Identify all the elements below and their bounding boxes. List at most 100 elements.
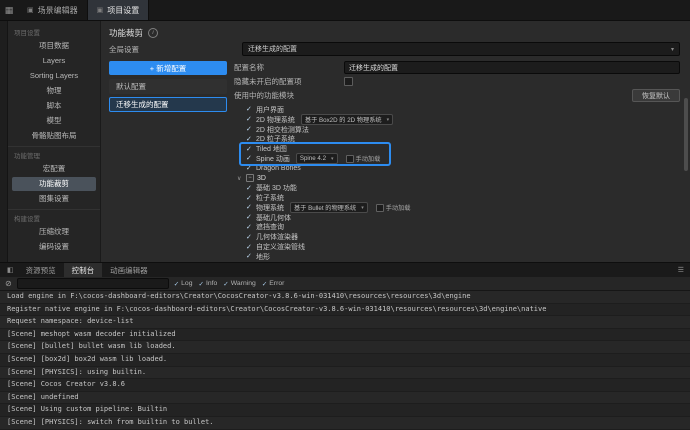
checked-checkbox[interactable]: ✓ xyxy=(246,234,253,241)
checked-checkbox[interactable]: ✓ xyxy=(246,106,253,113)
toggle-info[interactable]: ✓ Info xyxy=(199,280,218,288)
info-icon[interactable]: i xyxy=(148,27,159,38)
feature-label: 物理系统 xyxy=(256,204,284,212)
titlebar: ▦ ▣ 场景编辑器 ▣ 项目设置 xyxy=(0,0,690,21)
feature-label: 遮挡查询 xyxy=(256,224,284,232)
sidebar-item[interactable]: 脚本 xyxy=(12,99,96,113)
sidebar-group-header: 项目设置 xyxy=(14,30,40,37)
checkbox-box[interactable] xyxy=(375,203,384,212)
toggle-label: Error xyxy=(269,280,285,287)
feature-label: 自定义渲染管线 xyxy=(256,244,305,252)
console-tab[interactable]: 控制台 xyxy=(63,263,103,277)
checked-checkbox[interactable]: ✓ xyxy=(246,155,253,162)
manual-load-checkbox[interactable]: 手动加载 xyxy=(345,154,380,163)
checked-checkbox[interactable]: ✓ xyxy=(246,244,253,251)
checked-checkbox[interactable]: ✓ xyxy=(246,214,253,221)
checked-checkbox[interactable]: ✓ xyxy=(246,224,253,231)
window-tab[interactable]: ▣ 项目设置 xyxy=(87,0,150,20)
checkbox-box[interactable] xyxy=(345,154,354,163)
feature-row[interactable]: ✓ 2D 相交检测算法 xyxy=(246,125,680,135)
checked-checkbox[interactable]: ✓ xyxy=(246,253,253,260)
feature-label: Spine 动画 xyxy=(256,155,290,163)
hide-disabled-checkbox[interactable] xyxy=(344,77,353,86)
sidebar-item[interactable]: 模型 xyxy=(12,114,96,128)
feature-row[interactable]: ✓ 地形 xyxy=(246,252,680,262)
feature-select[interactable]: 基于 Bullet 的物理系统 ▾ xyxy=(290,202,368,214)
feature-row[interactable]: ✓ 几何体渲染器 xyxy=(246,232,680,242)
feature-row[interactable]: ✓ Dragon Bones xyxy=(246,164,680,174)
checked-checkbox[interactable]: ✓ xyxy=(246,195,253,202)
feature-label: 几何体渲染器 xyxy=(256,234,298,242)
clear-console-icon[interactable]: ⊘ xyxy=(5,279,12,288)
modules-label: 使用中的功能模块 xyxy=(234,91,294,100)
manual-load-checkbox[interactable]: 手动加载 xyxy=(375,203,411,212)
console-filter-input[interactable] xyxy=(16,278,169,289)
checked-checkbox[interactable]: ✓ xyxy=(246,146,253,153)
settings-scrollbar[interactable] xyxy=(684,63,688,256)
config-item[interactable]: 迁移生成的配置 xyxy=(109,97,227,112)
console-log-row[interactable]: [Scene] [PHYSICS]: switch from builtin t… xyxy=(0,416,690,430)
config-name-input[interactable]: 迁移生成的配置 xyxy=(344,61,680,74)
config-item[interactable]: 默认配置 xyxy=(109,79,227,94)
hide-disabled-row: 隐藏未开启的配置项 xyxy=(234,75,680,88)
checked-checkbox[interactable]: ✓ xyxy=(246,185,253,192)
sidebar-item[interactable]: 骨骼贴图布局 xyxy=(12,129,96,143)
console-log-row[interactable]: Request namespace: device-list xyxy=(0,316,690,329)
console-log-row[interactable]: [Scene] [bullet] bullet wasm lib loaded. xyxy=(0,341,690,354)
checked-checkbox[interactable]: ✓ xyxy=(246,165,253,172)
feature-row[interactable]: ✓ 物理系统 基于 Bullet 的物理系统 ▾ 手动加载 xyxy=(246,202,680,214)
scrollbar-thumb[interactable] xyxy=(684,97,688,172)
console-menu-icon[interactable]: ☰ xyxy=(672,263,690,277)
console-log-row[interactable]: [Scene] [box2d] box2d wasm lib loaded. xyxy=(0,353,690,367)
chevron-down-icon[interactable]: ∨ xyxy=(237,175,243,182)
feature-row[interactable]: ✓ 基础几何体 xyxy=(246,213,680,223)
console-tab[interactable]: 资源预览 xyxy=(18,263,64,277)
sidebar-item[interactable]: 物理 xyxy=(12,84,96,98)
sidebar-item[interactable]: 项目数据 xyxy=(12,39,96,53)
toggle-error[interactable]: ✓ Error xyxy=(262,280,285,288)
console-log-row[interactable]: [Scene] undefined xyxy=(0,391,690,405)
toggle-warning[interactable]: ✓ Warning xyxy=(223,280,256,288)
feature-group-row[interactable]: ∨ −3D xyxy=(237,174,680,184)
indeterminate-checkbox[interactable]: − xyxy=(246,174,254,183)
feature-row[interactable]: ✓ 基础 3D 功能 xyxy=(246,183,680,193)
sidebar-item[interactable]: 图集设置 xyxy=(12,192,96,206)
toggle-label: Warning xyxy=(230,280,256,287)
sidebar-item[interactable]: 压缩纹理 xyxy=(12,225,96,239)
panel-layout-icon[interactable]: ◧ xyxy=(3,263,18,277)
feature-row[interactable]: ✓ 遮挡查询 xyxy=(246,223,680,233)
toggle-log[interactable]: ✓ Log xyxy=(174,280,193,288)
checked-checkbox[interactable]: ✓ xyxy=(246,136,253,143)
sidebar-item[interactable]: 编码设置 xyxy=(12,240,96,254)
feature-row[interactable]: ✓ Spine 动画 Spine 4.2 ▾ 手动加载 xyxy=(246,153,680,165)
window-tab[interactable]: ▣ 场景编辑器 xyxy=(18,0,88,20)
sidebar-item[interactable]: 功能裁剪 xyxy=(12,177,96,191)
console-log-row[interactable]: [Scene] Cocos Creator v3.8.6 xyxy=(0,379,690,392)
console-log-row[interactable]: Load engine in F:\cocos-dashboard-editor… xyxy=(0,291,690,304)
feature-select[interactable]: Spine 4.2 ▾ xyxy=(295,153,338,165)
feature-row[interactable]: ✓ 2D 物理系统 基于 Box2D 的 2D 物理系统 ▾ xyxy=(246,114,680,126)
console-log-row[interactable]: [Scene] [PHYSICS]: using builtin. xyxy=(0,366,690,380)
console-log-row[interactable]: Register native engine in F:\cocos-dashb… xyxy=(0,303,690,317)
settings-sidebar: 项目设置项目数据 Layers Sorting Layers 物理 脚本 模型 骨骼贴图布局… xyxy=(8,21,101,262)
sidebar-item[interactable]: Layers xyxy=(12,54,96,68)
dashboard-icon[interactable]: ▦ xyxy=(0,0,18,20)
console-log-row[interactable]: [Scene] meshopt wasm decoder initialized xyxy=(0,328,690,342)
config-name-label: 配置名称 xyxy=(234,63,264,72)
sidebar-item[interactable]: Sorting Layers xyxy=(12,69,96,83)
checked-checkbox[interactable]: ✓ xyxy=(246,116,253,123)
feature-label: Tiled 地图 xyxy=(256,146,287,154)
checked-checkbox[interactable]: ✓ xyxy=(246,204,253,211)
feature-row[interactable]: ✓ 2D 粒子系统 xyxy=(246,134,680,144)
add-config-button[interactable]: + 新增配置 xyxy=(109,61,227,75)
feature-select[interactable]: 基于 Box2D 的 2D 物理系统 ▾ xyxy=(300,114,394,126)
feature-row[interactable]: ✓ 自定义渲染管线 xyxy=(246,242,680,252)
check-icon: ✓ xyxy=(223,280,229,288)
checked-checkbox[interactable]: ✓ xyxy=(246,126,253,133)
global-config-select[interactable]: 迁移生成的配置 ▾ xyxy=(242,42,680,56)
console-log-row[interactable]: [Scene] Using custom pipeline: Builtin xyxy=(0,404,690,417)
console-tab[interactable]: 动画编辑器 xyxy=(102,263,156,277)
sidebar-item[interactable]: 宏配置 xyxy=(12,162,96,176)
restore-default-button[interactable]: 恢复默认 xyxy=(632,89,680,102)
console-tabbar: ◧ 资源预览 控制台 动画编辑器 ☰ xyxy=(0,263,690,277)
